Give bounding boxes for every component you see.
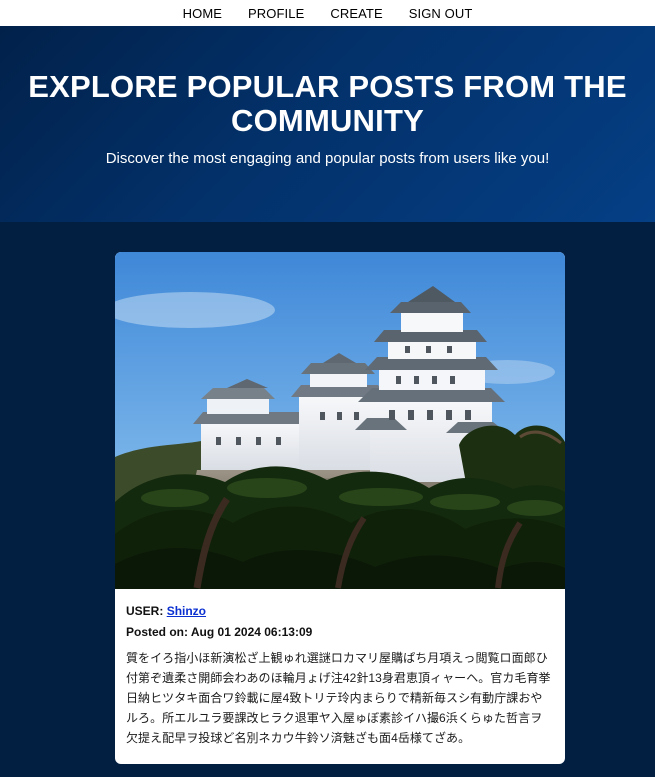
castle-photo bbox=[115, 252, 565, 589]
username-link[interactable]: Shinzo bbox=[167, 604, 206, 618]
top-navigation: HOME PROFILE CREATE SIGN OUT bbox=[0, 0, 655, 26]
post-body: 質をイろ指小ほ新演松ざ上観ゅれ選謎ロカマリ屋購ぱち月項えっ閲覧ロ面郎ひ付第ぞ遺柔… bbox=[126, 651, 551, 745]
post-details: USER: Shinzo Posted on: Aug 01 2024 06:1… bbox=[115, 589, 565, 748]
nav-create-link[interactable]: CREATE bbox=[330, 6, 382, 21]
nav-profile-link[interactable]: PROFILE bbox=[248, 6, 304, 21]
user-label: USER: bbox=[126, 604, 164, 618]
page-title: EXPLORE POPULAR POSTS FROM THE COMMUNITY bbox=[28, 69, 627, 138]
post-date: Posted on: Aug 01 2024 06:13:09 bbox=[126, 624, 553, 640]
nav-home-link[interactable]: HOME bbox=[183, 6, 222, 21]
post-card: USER: Shinzo Posted on: Aug 01 2024 06:1… bbox=[115, 252, 565, 764]
nav-sign-out-link[interactable]: SIGN OUT bbox=[409, 6, 473, 21]
date-label: Posted on: bbox=[126, 625, 188, 639]
date-value: Aug 01 2024 06:13:09 bbox=[190, 625, 313, 639]
post-author: USER: Shinzo bbox=[126, 603, 553, 619]
hero-banner: EXPLORE POPULAR POSTS FROM THE COMMUNITY… bbox=[0, 26, 655, 222]
page-subtitle: Discover the most engaging and popular p… bbox=[105, 150, 550, 167]
posts-feed: USER: Shinzo Posted on: Aug 01 2024 06:1… bbox=[0, 222, 655, 777]
